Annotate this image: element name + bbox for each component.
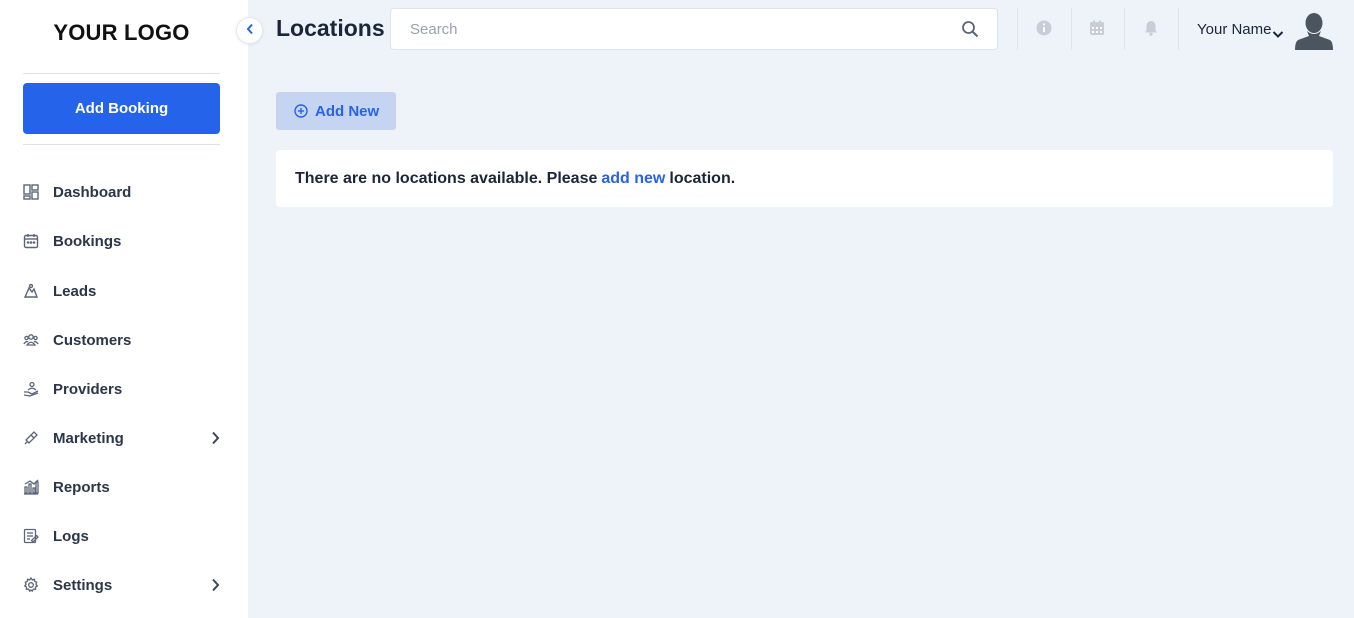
header-divider [1178, 8, 1179, 50]
leads-icon [22, 282, 40, 300]
search-bar [390, 8, 998, 50]
sidebar-item-bookings[interactable]: Bookings [22, 229, 226, 253]
sidebar-item-label: Leads [53, 282, 97, 300]
sidebar-item-label: Settings [53, 576, 113, 594]
sidebar-item-label: Bookings [53, 232, 122, 250]
header-divider [1124, 8, 1125, 50]
sidebar-item-label: Logs [53, 527, 89, 545]
empty-message-suffix: location. [669, 169, 736, 187]
sidebar-item-dashboard[interactable]: Dashboard [22, 180, 226, 204]
chevron-right-icon [211, 431, 220, 450]
sidebar-item-reports[interactable]: Reports [22, 475, 226, 499]
calendar-icon[interactable] [1088, 19, 1106, 37]
add-new-link[interactable]: add new [601, 170, 665, 188]
sidebar-item-label: Customers [53, 331, 132, 349]
search-icon[interactable] [961, 20, 979, 43]
bell-icon[interactable] [1142, 19, 1160, 37]
sidebar-item-logs[interactable]: Logs [22, 524, 226, 548]
customers-icon [22, 331, 40, 349]
plus-circle-icon [294, 104, 308, 118]
sidebar-item-providers[interactable]: Providers [22, 377, 226, 401]
sidebar-item-customers[interactable]: Customers [22, 328, 226, 352]
sidebar-item-leads[interactable]: Leads [22, 279, 226, 303]
add-new-label: Add New [315, 102, 380, 120]
avatar[interactable] [1295, 10, 1333, 50]
add-new-button[interactable]: Add New [276, 92, 396, 130]
page-title: Locations [276, 15, 385, 41]
sidebar-divider-top [23, 73, 220, 74]
sidebar-item-label: Providers [53, 380, 123, 398]
chart-icon [22, 478, 40, 496]
gear-icon [22, 576, 40, 594]
sidebar-item-label: Reports [53, 478, 110, 496]
calendar-icon [22, 232, 40, 250]
sidebar-collapse-button[interactable] [236, 17, 263, 44]
sidebar-item-label: Marketing [53, 429, 124, 447]
empty-state-card: There are no locations available. Please… [276, 150, 1333, 207]
sidebar-item-marketing[interactable]: Marketing [22, 426, 226, 450]
add-booking-button[interactable]: Add Booking [23, 83, 220, 134]
sidebar-item-settings[interactable]: Settings [22, 573, 226, 597]
search-input[interactable] [391, 9, 951, 49]
megaphone-icon [22, 429, 40, 447]
user-name[interactable]: Your Name [1197, 21, 1272, 38]
sidebar: YOUR LOGO Add Booking Dashboard Bookings… [0, 0, 248, 618]
info-icon[interactable] [1035, 19, 1053, 37]
header-divider [1017, 8, 1018, 50]
chevron-right-icon [211, 578, 220, 597]
sidebar-item-label: Dashboard [53, 183, 132, 201]
header-divider [1071, 8, 1072, 50]
logo: YOUR LOGO [53, 20, 190, 45]
chevron-down-icon[interactable] [1272, 26, 1284, 44]
chevron-left-icon [246, 22, 254, 40]
dashboard-icon [22, 183, 40, 201]
sidebar-divider-bottom [23, 144, 220, 145]
logs-icon [22, 527, 40, 545]
empty-message-prefix: There are no locations available. Please [295, 169, 598, 187]
providers-icon [22, 380, 40, 398]
